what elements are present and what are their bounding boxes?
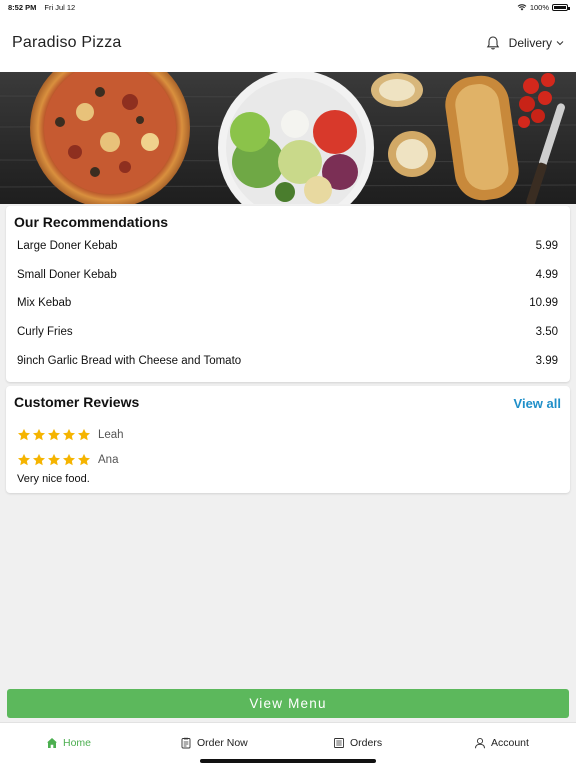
star-icon xyxy=(47,453,61,466)
reviews-heading: Customer Reviews xyxy=(14,394,140,410)
reviewer-name: Ana xyxy=(98,454,119,466)
item-price: 4.99 xyxy=(535,268,558,281)
item-price: 10.99 xyxy=(529,297,558,310)
recommendation-item[interactable]: 9inch Garlic Bread with Cheese and Tomat… xyxy=(17,346,558,375)
recommendations-list: Large Doner Kebab 5.99 Small Doner Kebab… xyxy=(17,232,558,375)
star-icon xyxy=(62,453,76,466)
review-item: Ana xyxy=(17,453,118,467)
star-icon xyxy=(32,428,46,441)
delivery-selector[interactable]: Delivery xyxy=(509,36,564,50)
receipt-icon xyxy=(334,738,344,748)
delivery-label: Delivery xyxy=(508,36,552,50)
wifi-icon xyxy=(517,4,527,11)
review-text: Very nice food. xyxy=(17,473,90,485)
tab-orders[interactable]: Orders xyxy=(333,737,382,749)
tab-order-now[interactable]: Order Now xyxy=(180,737,248,749)
star-icon xyxy=(32,453,46,466)
item-price: 3.50 xyxy=(535,326,558,339)
item-price: 5.99 xyxy=(535,240,558,253)
item-name: Mix Kebab xyxy=(17,297,72,310)
recommendation-item[interactable]: Large Doner Kebab 5.99 xyxy=(17,232,558,261)
clipboard-icon xyxy=(181,737,191,749)
star-rating xyxy=(17,428,91,442)
recommendation-item[interactable]: Small Doner Kebab 4.99 xyxy=(17,261,558,290)
star-icon xyxy=(62,428,76,441)
chevron-down-icon xyxy=(556,41,564,46)
bell-icon[interactable] xyxy=(485,35,501,51)
status-right: 100% xyxy=(517,2,570,12)
star-rating xyxy=(17,453,91,467)
item-name: 9inch Garlic Bread with Cheese and Tomat… xyxy=(17,354,242,367)
food-banner-image xyxy=(0,72,576,204)
pizza-illustration xyxy=(30,72,190,204)
status-time: 8:52 PM xyxy=(8,2,37,12)
tab-account[interactable]: Account xyxy=(474,737,529,749)
status-bar: 8:52 PM Fri Jul 12 100% xyxy=(0,0,576,14)
item-name: Large Doner Kebab xyxy=(17,240,118,253)
item-name: Small Doner Kebab xyxy=(17,268,117,281)
food-banner xyxy=(0,72,576,204)
star-icon xyxy=(17,428,31,441)
battery-percent: 100% xyxy=(529,2,549,12)
star-icon xyxy=(77,428,91,441)
review-item: Leah xyxy=(17,428,124,442)
item-name: Curly Fries xyxy=(17,326,73,339)
view-menu-button[interactable]: View Menu xyxy=(7,689,569,718)
restaurant-title: Paradiso Pizza xyxy=(12,34,122,51)
star-icon xyxy=(17,453,31,466)
home-icon xyxy=(47,738,57,748)
app-header: Paradiso Pizza Delivery xyxy=(0,14,576,72)
header-actions: Delivery xyxy=(485,35,564,51)
star-icon xyxy=(47,428,61,441)
view-all-link[interactable]: View all xyxy=(514,396,561,411)
star-icon xyxy=(77,453,91,466)
user-icon xyxy=(475,737,485,749)
recommendation-item[interactable]: Mix Kebab 10.99 xyxy=(17,289,558,318)
tab-home[interactable]: Home xyxy=(46,737,91,749)
reviews-card: Customer Reviews View all Leah Ana Very … xyxy=(6,386,570,493)
battery-icon xyxy=(552,3,570,11)
status-date: Fri Jul 12 xyxy=(44,2,76,12)
recommendations-card: Our Recommendations Large Doner Kebab 5.… xyxy=(6,206,570,382)
reviewer-name: Leah xyxy=(98,429,124,441)
tab-label: Account xyxy=(491,737,529,749)
item-price: 3.99 xyxy=(535,354,558,367)
recommendations-heading: Our Recommendations xyxy=(14,214,169,230)
home-indicator xyxy=(200,759,376,763)
tab-label: Order Now xyxy=(197,737,248,749)
tab-label: Home xyxy=(63,737,92,749)
tab-label: Orders xyxy=(350,737,383,749)
recommendation-item[interactable]: Curly Fries 3.50 xyxy=(17,318,558,347)
